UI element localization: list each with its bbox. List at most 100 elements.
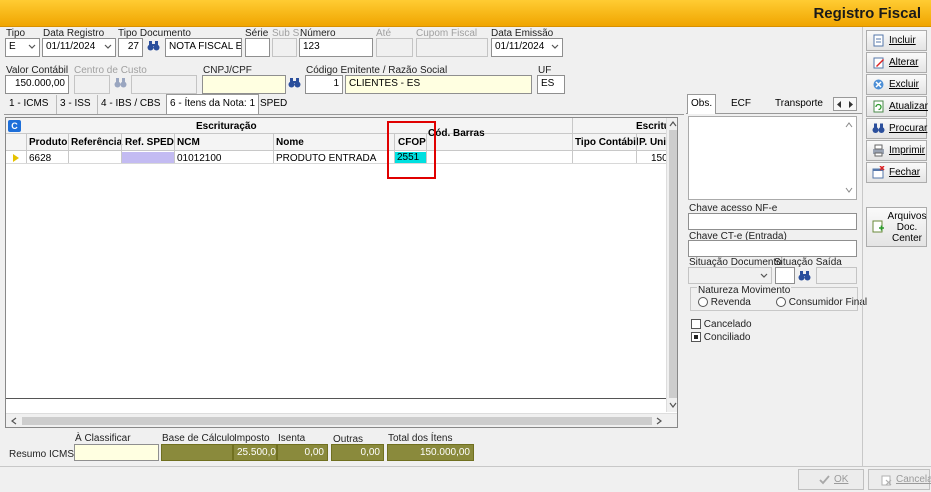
- checkbox-icon[interactable]: [691, 319, 701, 330]
- chevron-down-icon: [760, 273, 768, 278]
- imprimir-button[interactable]: Imprimir: [866, 140, 927, 161]
- base-calculo-field: [161, 444, 233, 461]
- excluir-label: Excluir: [889, 79, 920, 90]
- data-emissao-picker[interactable]: 01/11/2024: [491, 38, 563, 57]
- natureza-movimento-label: Natureza Movimento: [697, 285, 792, 296]
- excluir-button[interactable]: Excluir: [866, 74, 927, 95]
- atualizar-button[interactable]: Atualizar: [866, 96, 928, 117]
- binoculars-icon[interactable]: [798, 270, 811, 285]
- printer-icon: [873, 144, 884, 157]
- incluir-button[interactable]: Incluir: [866, 30, 927, 51]
- tipo-value: E: [9, 41, 16, 52]
- vertical-scrollbar[interactable]: [666, 118, 677, 412]
- valor-contabil-input[interactable]: 150.000,00: [5, 75, 69, 94]
- radio-revenda-label: Revenda: [710, 297, 751, 308]
- tipo-documento-name-field[interactable]: NOTA FISCAL ELE: [165, 38, 242, 57]
- tab-obs[interactable]: Obs.: [687, 94, 717, 114]
- ok-button[interactable]: OK: [798, 469, 864, 490]
- chevron-down-icon[interactable]: [669, 402, 677, 408]
- cell-nome[interactable]: PRODUTO ENTRADA: [276, 153, 376, 164]
- alterar-button[interactable]: Alterar: [866, 52, 927, 73]
- imprimir-label: Imprimir: [889, 145, 926, 156]
- radio-circle-icon[interactable]: [698, 297, 708, 308]
- razao-social-field[interactable]: CLIENTES - ES: [345, 75, 532, 94]
- data-registro-picker[interactable]: 01/11/2024: [42, 38, 116, 57]
- conciliado-checkbox[interactable]: Conciliado: [691, 332, 750, 343]
- tipo-documento-code-input[interactable]: 27: [118, 38, 143, 57]
- tab-strip: 1 - ICMS 3 - ISS 4 - IBS / CBS 6 - Ítens…: [4, 94, 684, 115]
- radio-consumidor-final-label: Consumidor Final: [788, 297, 868, 308]
- horizontal-scroll-thumb[interactable]: [22, 417, 652, 425]
- tab-ecf[interactable]: ECF: [728, 95, 754, 114]
- tab-iss[interactable]: 3 - ISS: [56, 95, 94, 114]
- tab-icms[interactable]: 1 - ICMS: [6, 95, 51, 114]
- cell-ref-sped[interactable]: [122, 152, 174, 163]
- col-p-uni[interactable]: P. Uni: [639, 137, 666, 148]
- chave-nfe-input[interactable]: [688, 213, 857, 230]
- cell-produto[interactable]: 6628: [29, 153, 51, 164]
- radio-consumidor-final[interactable]: Consumidor Final: [776, 297, 867, 308]
- procurar-button[interactable]: Procurar: [866, 118, 927, 139]
- vertical-scroll-thumb[interactable]: [669, 130, 677, 398]
- data-emissao-value: 01/11/2024: [495, 41, 545, 52]
- col-nome[interactable]: Nome: [276, 137, 304, 148]
- uf-input[interactable]: ES: [537, 75, 565, 94]
- tab-itens-nota[interactable]: 6 - Ítens da Nota: 1: [166, 94, 260, 114]
- radio-circle-icon[interactable]: [776, 297, 786, 308]
- cnpj-input[interactable]: [202, 75, 286, 94]
- check-icon: [819, 475, 830, 485]
- tab-scroll-buttons[interactable]: [833, 97, 857, 111]
- isenta-label: Isenta: [278, 433, 306, 444]
- codigo-emitente-input[interactable]: 1: [305, 75, 343, 94]
- tipo-select[interactable]: E: [5, 38, 40, 57]
- situacao-saida-input[interactable]: [775, 267, 795, 284]
- chevron-right-icon[interactable]: [656, 417, 662, 425]
- right-tab-strip: Obs. ECF Transporte: [686, 94, 862, 114]
- ok-label: OK: [834, 474, 849, 485]
- imposto-field: 25.500,00: [233, 444, 277, 461]
- arquivos-doc-center-button[interactable]: Arquivos Doc. Center: [866, 207, 927, 247]
- cancela-button[interactable]: Cancela: [868, 469, 931, 490]
- total-itens-label: Total dos Ítens: [388, 433, 453, 444]
- chevron-left-icon[interactable]: [11, 417, 17, 425]
- serie-input[interactable]: [245, 38, 270, 57]
- cancelado-checkbox[interactable]: Cancelado: [691, 319, 752, 330]
- row-indicator-icon: [13, 154, 19, 162]
- centro-custo-input[interactable]: [74, 75, 110, 94]
- chevron-left-icon[interactable]: [837, 101, 842, 108]
- binoculars-icon[interactable]: [288, 77, 301, 92]
- col-referencia[interactable]: Referência: [71, 137, 122, 148]
- chevron-right-icon[interactable]: [848, 101, 853, 108]
- radio-revenda[interactable]: Revenda: [698, 297, 751, 308]
- checkbox-checked-icon[interactable]: [691, 332, 701, 343]
- numero-input[interactable]: 123: [299, 38, 373, 57]
- resumo-icms-label: Resumo ICMS:: [9, 449, 77, 460]
- tab-transporte[interactable]: Transporte: [772, 95, 826, 114]
- chevron-up-icon[interactable]: [845, 122, 853, 128]
- obs-textarea[interactable]: [688, 116, 857, 200]
- items-grid[interactable]: C Escrituração Escritu Produto Referênci…: [5, 117, 678, 428]
- col-cod-barras[interactable]: Cód. Barras: [428, 128, 485, 139]
- col-produto[interactable]: Produto: [29, 137, 67, 148]
- horizontal-scrollbar[interactable]: [6, 413, 677, 427]
- subserie-input[interactable]: [272, 38, 297, 57]
- col-tipo-contabil[interactable]: Tipo Contábil: [575, 137, 639, 148]
- cell-ncm[interactable]: 01012100: [177, 153, 222, 164]
- fechar-button[interactable]: Fechar: [866, 162, 927, 183]
- situacao-documento-select[interactable]: [688, 267, 772, 284]
- cupom-fiscal-input[interactable]: [416, 38, 488, 57]
- binoculars-icon: [872, 123, 885, 133]
- cancela-label: Cancela: [896, 474, 931, 485]
- binoculars-icon[interactable]: [147, 40, 160, 55]
- grid-options-icon[interactable]: C: [8, 120, 21, 132]
- tab-sped[interactable]: SPED: [257, 95, 290, 114]
- col-ref-sped[interactable]: Ref. SPED: [125, 137, 174, 148]
- ate-input[interactable]: [376, 38, 413, 57]
- incluir-label: Incluir: [889, 35, 916, 46]
- tab-ibs-cbs[interactable]: 4 - IBS / CBS: [97, 95, 163, 114]
- chevron-down-icon[interactable]: [845, 187, 853, 193]
- col-ncm[interactable]: NCM: [177, 137, 200, 148]
- chevron-up-icon[interactable]: [669, 121, 677, 127]
- binoculars-icon[interactable]: [114, 77, 127, 92]
- chave-cte-input[interactable]: [688, 240, 857, 257]
